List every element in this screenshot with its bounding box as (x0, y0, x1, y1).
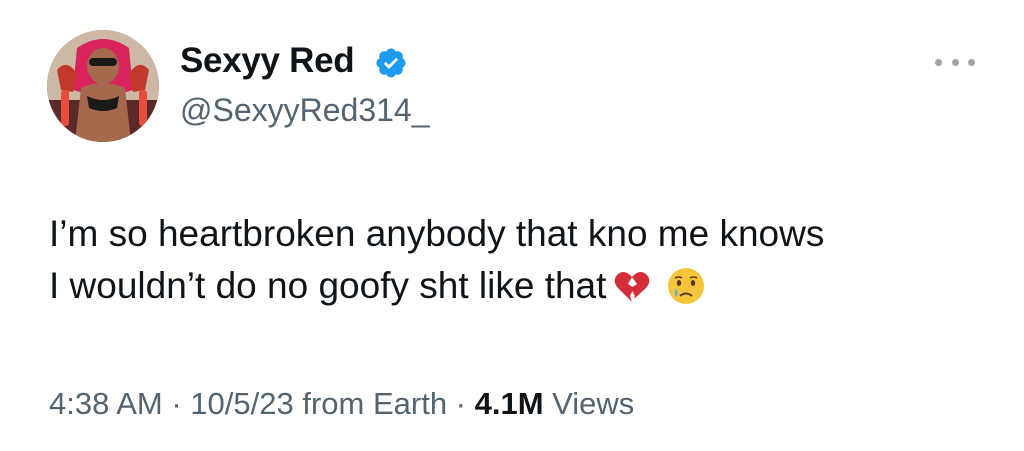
display-name[interactable]: Sexyy Red (180, 41, 355, 81)
dot (968, 58, 975, 66)
more-options-icon[interactable] (935, 50, 975, 74)
dot (935, 58, 942, 66)
broken-heart-emoji-icon (615, 272, 650, 302)
separator: · (447, 386, 475, 421)
tweet-text: I’m so heartbroken anybody that kno me k… (49, 208, 989, 312)
tweet-text-line-2-text: I wouldn’t do no goofy sht like that (49, 265, 607, 306)
timestamp[interactable]: 4:38 AM (49, 386, 163, 421)
tweet-meta: 4:38 AM · 10/5/23 from Earth · 4.1M View… (49, 386, 634, 422)
tweet-card: Sexyy Red @SexyyRed314_ I’m so heartbrok… (0, 0, 1024, 451)
views-label: Views (543, 386, 635, 421)
crying-face-emoji-icon (668, 268, 705, 304)
date-source: 10/5/23 from Earth (190, 386, 448, 421)
dot (951, 58, 959, 66)
verified-badge-icon (376, 48, 406, 78)
handle[interactable]: @SexyyRed314_ (180, 92, 430, 129)
separator: · (162, 386, 191, 421)
views-count: 4.1M (474, 386, 544, 421)
avatar[interactable] (47, 30, 159, 142)
tweet-text-line-1: I’m so heartbroken anybody that kno me k… (49, 213, 825, 254)
tweet-text-line-2: I wouldn’t do no goofy sht like that (49, 260, 989, 312)
